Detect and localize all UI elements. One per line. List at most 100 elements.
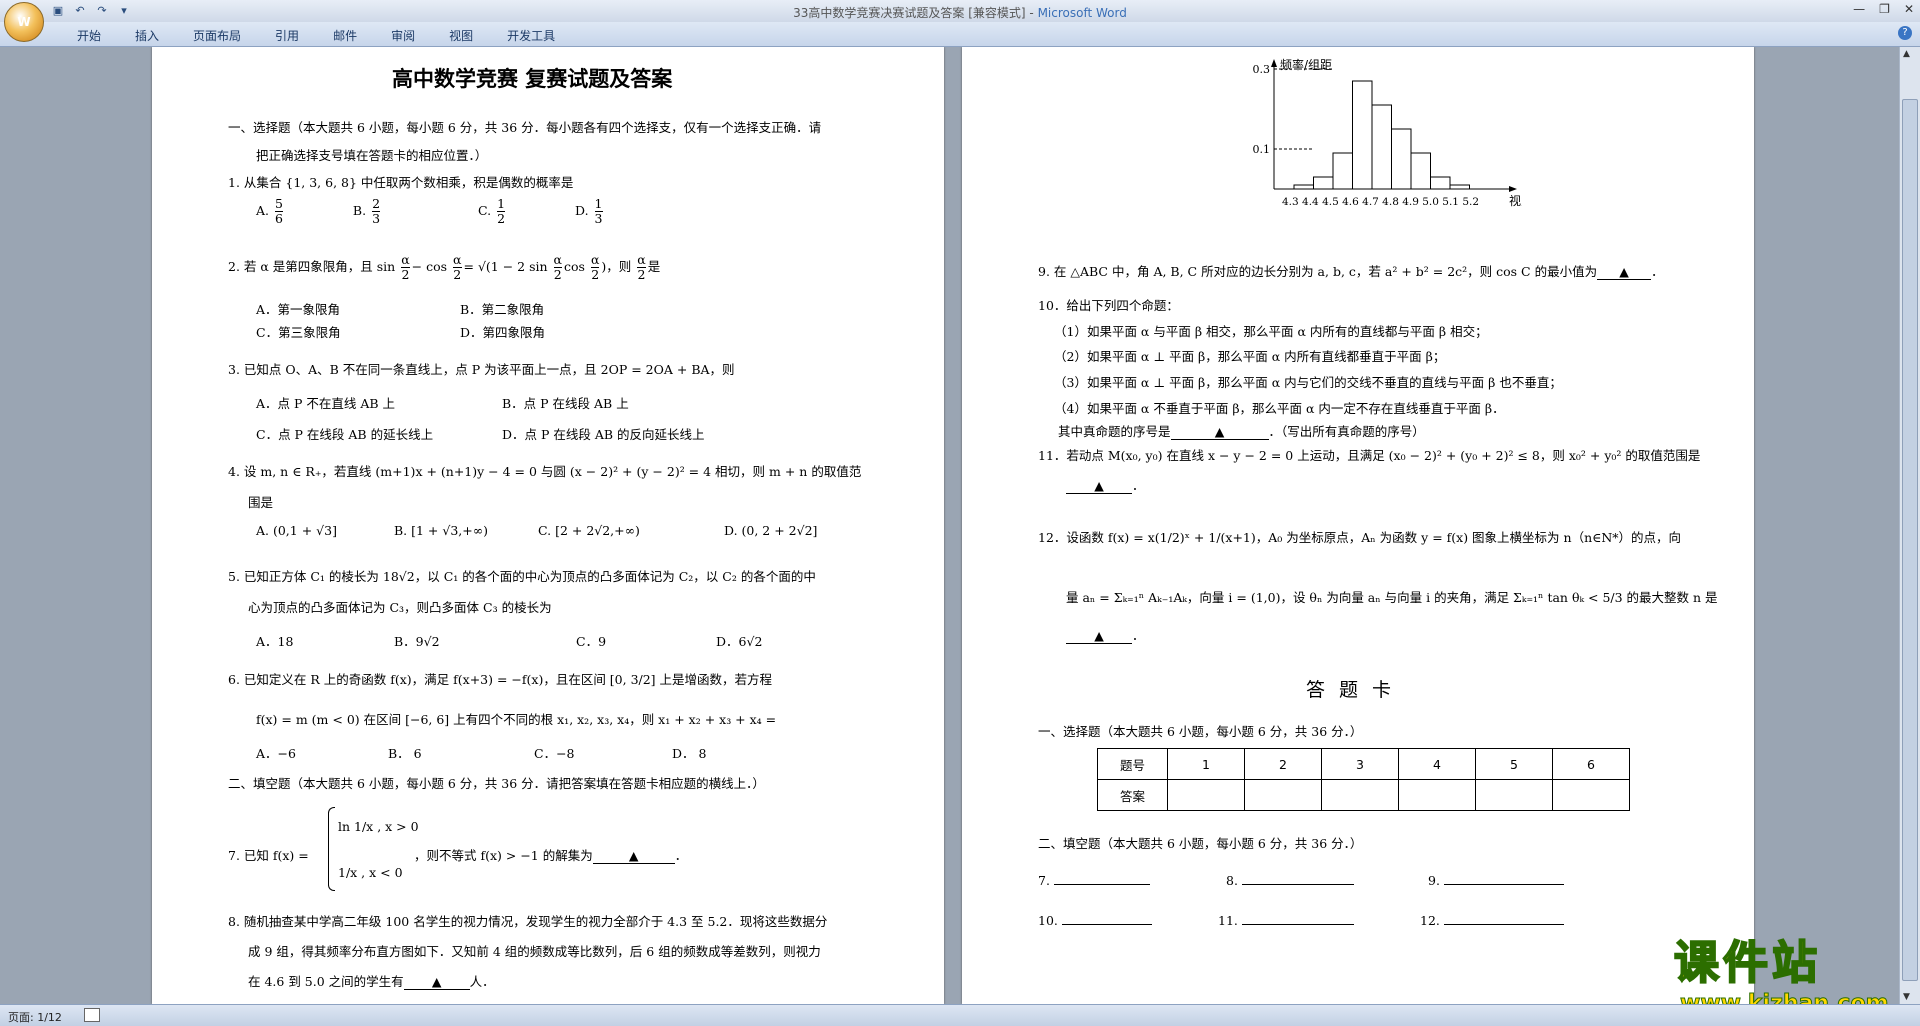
section-1-header-cont: 把正确选择支号填在答题卡的相应位置．） [256,148,488,163]
q3-option-d: D．点 P 在线段 AB 的反向延长线上 [502,427,705,442]
q2-frac-5: α2 [637,252,646,282]
q2-f3-num: α [553,252,562,268]
tab-home[interactable]: 开始 [60,27,118,44]
q7-blank: ▲ [592,848,675,864]
page-left: 高中数学竞赛 复赛试题及答案 一、选择题（本大题共 6 小题，每小题 6 分，共… [152,47,944,1004]
scroll-up-icon[interactable]: ▲ [1903,49,1910,59]
table-cell: 题号 [1097,748,1168,780]
q1-option-a-label: A. [256,203,270,218]
answer-cell[interactable] [1321,779,1399,811]
q4-option-d: D. (0, 2 + 2√2] [724,523,818,538]
q9-text: 9. 在 △ABC 中，角 A, B, C 所对应的边长分别为 a, b, c，… [1038,264,1598,279]
office-button[interactable]: W [4,2,44,42]
q10-item-2: （2）如果平面 α ⊥ 平面 β，那么平面 α 内所有直线都垂直于平面 β； [1054,349,1446,364]
answer-cell[interactable] [1552,779,1630,811]
scroll-down-icon[interactable]: ▼ [1903,992,1910,1002]
q1-b-num: 2 [372,196,381,212]
ribbon: 开始 插入 页面布局 引用 邮件 审阅 视图 开发工具 ? [0,22,1920,47]
answer-cell[interactable] [1244,779,1322,811]
q5-option-a: A．18 [256,634,294,649]
blank-8-line[interactable] [1241,884,1354,885]
blank-7-line[interactable] [1053,884,1150,885]
q10-item-4: （4）如果平面 α 不垂直于平面 β，那么平面 α 内一定不存在直线垂直于平面 … [1054,401,1505,416]
q1-a-num: 5 [275,196,283,212]
q2-f1-num: α [401,252,410,268]
document-area: 高中数学竞赛 复赛试题及答案 一、选择题（本大题共 6 小题，每小题 6 分，共… [0,47,1900,1004]
histogram-bar [1332,152,1353,190]
scroll-thumb[interactable] [1902,99,1918,981]
minimize-icon[interactable]: — [1853,2,1865,16]
q2-f1-den: 2 [401,267,410,282]
blank-10: 10. [1038,913,1152,928]
q1-option-d-label: D. [575,203,589,218]
q10-blank: ▲ [1170,424,1269,440]
q8-blank: ▲ [403,974,470,990]
blank-11-label: 11. [1218,913,1238,928]
q4-option-b: B. [1 + √3,+∞) [394,523,489,538]
q1-option-c-fraction: 12 [497,196,506,226]
blank-11-line[interactable] [1241,924,1354,925]
q2-f5-num: α [637,252,646,268]
vertical-scrollbar[interactable]: ▲ ▼ [1899,47,1920,1004]
q1-d-num: 1 [594,196,603,212]
answer-table: 题号 1 2 3 4 5 6 答案 [1097,748,1630,811]
question-6: 6. 已知定义在 R 上的奇函数 f(x)，满足 f(x+3) = −f(x)，… [228,672,773,687]
question-6-cont: f(x) = m (m < 0) 在区间 [−6, 6] 上有四个不同的根 x₁… [256,712,777,727]
tab-mailings[interactable]: 邮件 [316,27,374,44]
x-axis-arrow [1509,186,1517,192]
q6-option-c: C．−8 [534,746,575,761]
q1-c-num: 1 [497,196,506,212]
q2-option-c: C．第三象限角 [256,325,341,340]
answer-cell[interactable] [1167,779,1245,811]
question-9: 9. 在 △ABC 中，角 A, B, C 所对应的边长分别为 a, b, c，… [1038,264,1664,280]
office-logo-icon: W [17,15,31,29]
question-4-cont: 围是 [248,495,274,510]
proofing-icon[interactable] [84,1008,100,1022]
table-cell: 2 [1244,748,1322,780]
tab-developer[interactable]: 开发工具 [490,27,572,44]
blank-8-label: 8. [1226,873,1238,888]
q6-option-a: A．−6 [256,746,296,761]
q2-f4-den: 2 [591,267,600,282]
q2-mid4: )，则 [601,259,632,274]
q7-case-2: 1/x , x < 0 [338,865,403,880]
q7-post: ，则不等式 f(x) > −1 的解集为 ▲ ． [414,848,688,864]
q10-item-3: （3）如果平面 α ⊥ 平面 β，那么平面 α 内与它们的交线不垂直的直线与平面… [1054,375,1562,390]
tab-page-layout[interactable]: 页面布局 [176,27,258,44]
maximize-icon[interactable]: ❐ [1879,2,1890,16]
blank-9-line[interactable] [1443,884,1564,885]
histogram-bar [1313,176,1334,190]
close-icon[interactable]: ✕ [1904,2,1914,16]
answer-cell[interactable] [1475,779,1553,811]
q2-f2-den: 2 [453,267,462,282]
exam-title: 高中数学竞赛 复赛试题及答案 [392,67,673,91]
answer-cell[interactable] [1398,779,1476,811]
blank-9: 9. [1428,873,1564,888]
blank-12: 12. [1420,913,1564,928]
q1-option-b-fraction: 23 [372,196,381,226]
page-counter[interactable]: 页面: 1/12 [8,1009,62,1025]
histogram-bar [1430,176,1451,190]
q2-mid1: − cos [411,259,448,274]
tab-view[interactable]: 视图 [432,27,490,44]
question-1: 1. 从集合 {1, 3, 6, 8} 中任取两个数相乘，积是偶数的概率是 [228,175,574,190]
help-icon[interactable]: ? [1898,26,1912,40]
q1-option-a-fraction: 56 [275,197,283,226]
tab-insert[interactable]: 插入 [118,27,176,44]
answer-card-section-1: 一、选择题（本大题共 6 小题，每小题 6 分，共 36 分．） [1038,724,1363,739]
q1-option-d-fraction: 13 [594,196,603,226]
q1-option-b-label: B. [352,203,367,218]
q1-c-den: 2 [497,211,506,226]
tab-review[interactable]: 审阅 [374,27,432,44]
q3-option-a: A．点 P 不在直线 AB 上 [256,396,396,411]
q10-item-1: （1）如果平面 α 与平面 β 相交，那么平面 α 内所有的直线都与平面 β 相… [1054,324,1488,339]
y-axis-label: 频率/组距 [1280,57,1332,72]
blank-12-line[interactable] [1443,924,1564,925]
tab-references[interactable]: 引用 [258,27,316,44]
q4-option-a: A. (0,1 + √3] [256,523,337,538]
q10-answer-line: 其中真命题的序号是 ▲ ．（写出所有真命题的序号） [1058,421,1425,440]
q2-frac-1: α2 [401,252,410,282]
table-cell: 答案 [1097,779,1168,811]
q3-option-c: C．点 P 在线段 AB 的延长线上 [256,427,434,442]
blank-10-line[interactable] [1061,924,1152,925]
